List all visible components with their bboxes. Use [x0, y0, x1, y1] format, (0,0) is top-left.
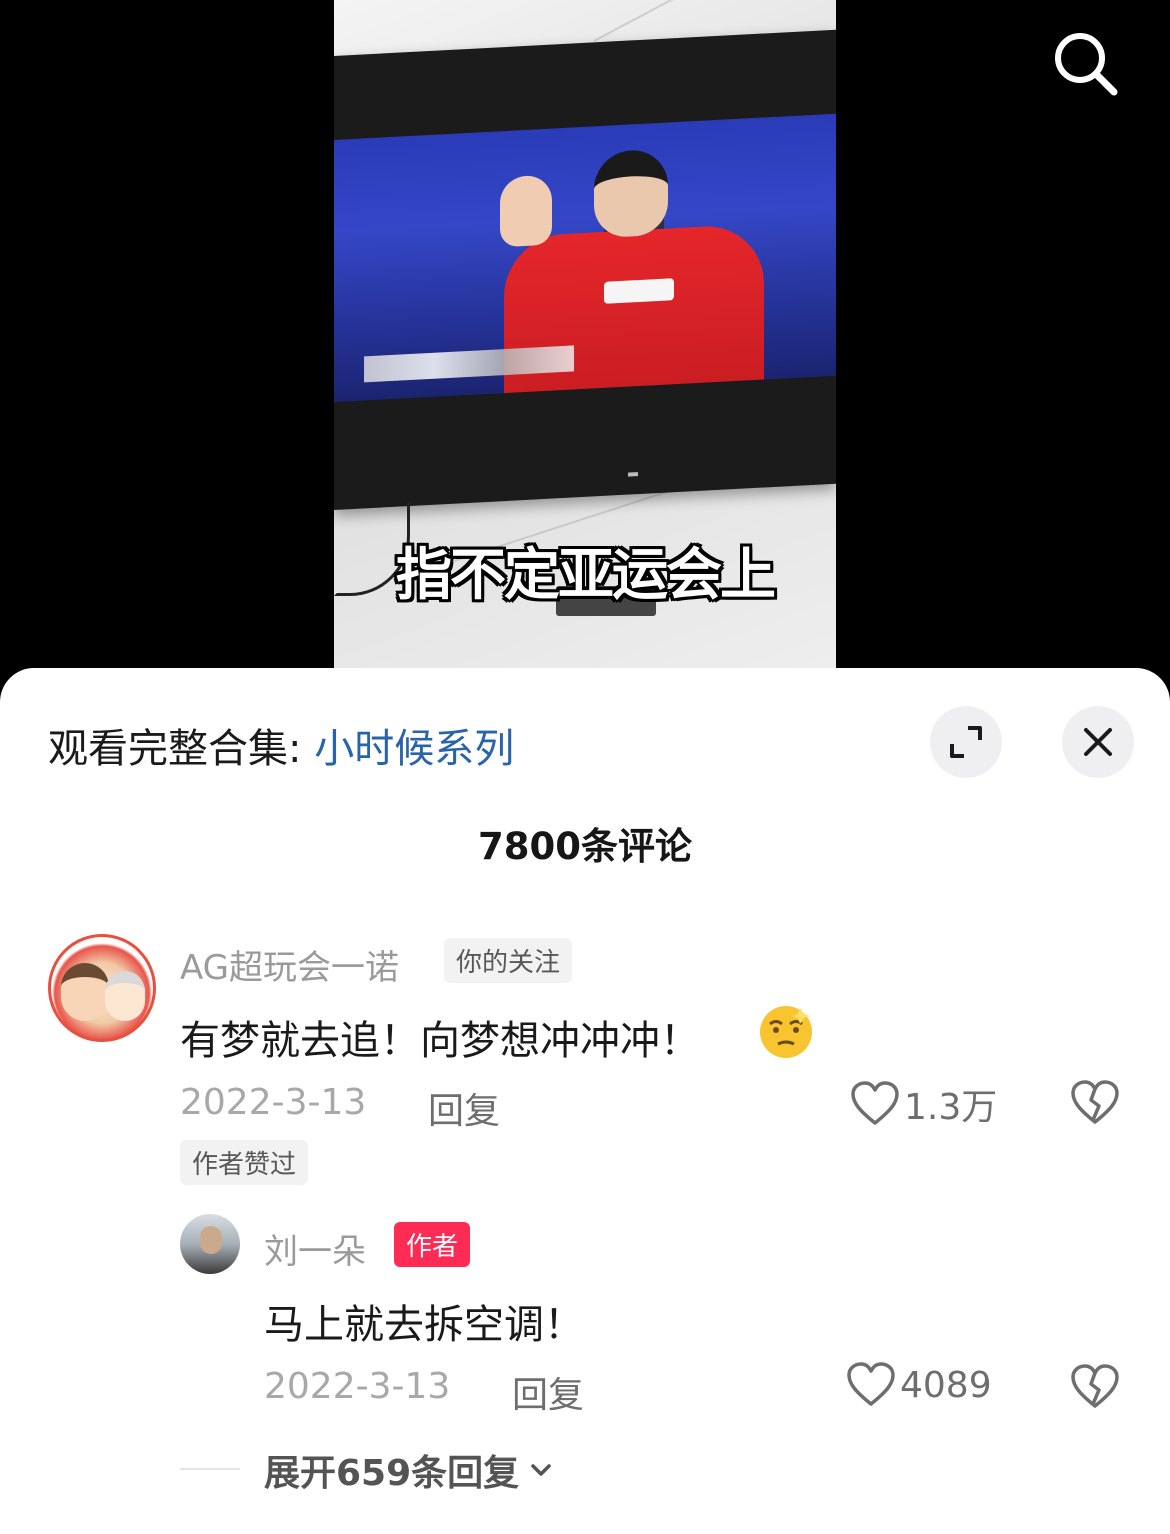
expand-replies-button[interactable]: 展开659条回复 — [264, 1444, 555, 1496]
search-icon — [1055, 33, 1118, 96]
collection-prefix: 观看完整合集: — [48, 726, 315, 772]
close-icon — [1084, 728, 1112, 756]
video-subtitle: 指不定亚运会上 — [396, 543, 776, 608]
broken-heart-icon[interactable] — [1070, 1362, 1120, 1412]
author-liked-badge: 作者赞过 — [180, 1140, 309, 1185]
video-frame[interactable]: 指不定亚运会上 — [334, 0, 836, 668]
reply-text: 马上就去拆空调！ — [264, 1302, 584, 1348]
fullscreen-icon — [950, 726, 982, 758]
avatar[interactable] — [48, 934, 156, 1042]
divider — [180, 1468, 240, 1470]
broken-heart-icon[interactable] — [1070, 1078, 1120, 1128]
comment-date: 2022-3-13 — [180, 1082, 367, 1123]
collection-header[interactable]: 观看完整合集: 小时候系列 — [48, 716, 514, 774]
like-button[interactable]: 4089 — [846, 1362, 992, 1408]
search-button[interactable] — [1050, 28, 1122, 100]
comment-username[interactable]: AG超玩会一诺 — [180, 940, 399, 989]
following-badge: 你的关注 — [444, 938, 573, 983]
reply-date: 2022-3-13 — [264, 1366, 451, 1407]
video-player[interactable]: 指不定亚运会上 — [0, 0, 1170, 690]
like-count: 4089 — [900, 1364, 992, 1406]
heart-icon — [847, 1362, 895, 1406]
avatar[interactable] — [180, 1214, 240, 1274]
tv-screen — [334, 113, 836, 403]
thinking-face-emoji — [760, 1006, 812, 1058]
comments-count: 7800条评论 — [478, 825, 692, 868]
like-button[interactable]: 1.3万 — [850, 1078, 997, 1130]
like-count: 1.3万 — [904, 1087, 998, 1128]
reply-username[interactable]: 刘一朵 — [264, 1224, 366, 1273]
tv-logo — [628, 472, 638, 477]
fullscreen-button[interactable] — [930, 706, 1002, 778]
close-button[interactable] — [1062, 706, 1134, 778]
chevron-down-icon — [531, 1464, 551, 1476]
heart-icon — [851, 1081, 899, 1125]
reply-button[interactable]: 回复 — [428, 1082, 500, 1134]
comments-sheet: 观看完整合集: 小时候系列 7800条评论 AG超玩会一诺 你的关注 有梦就去追… — [0, 668, 1170, 1534]
tv — [334, 29, 836, 511]
expand-replies-label: 展开659条回复 — [264, 1453, 520, 1494]
author-badge: 作者 — [394, 1222, 471, 1267]
collection-link[interactable]: 小时候系列 — [314, 726, 514, 772]
comment-text: 有梦就去追！向梦想冲冲冲！ — [180, 1018, 700, 1064]
reply-button[interactable]: 回复 — [512, 1366, 584, 1418]
